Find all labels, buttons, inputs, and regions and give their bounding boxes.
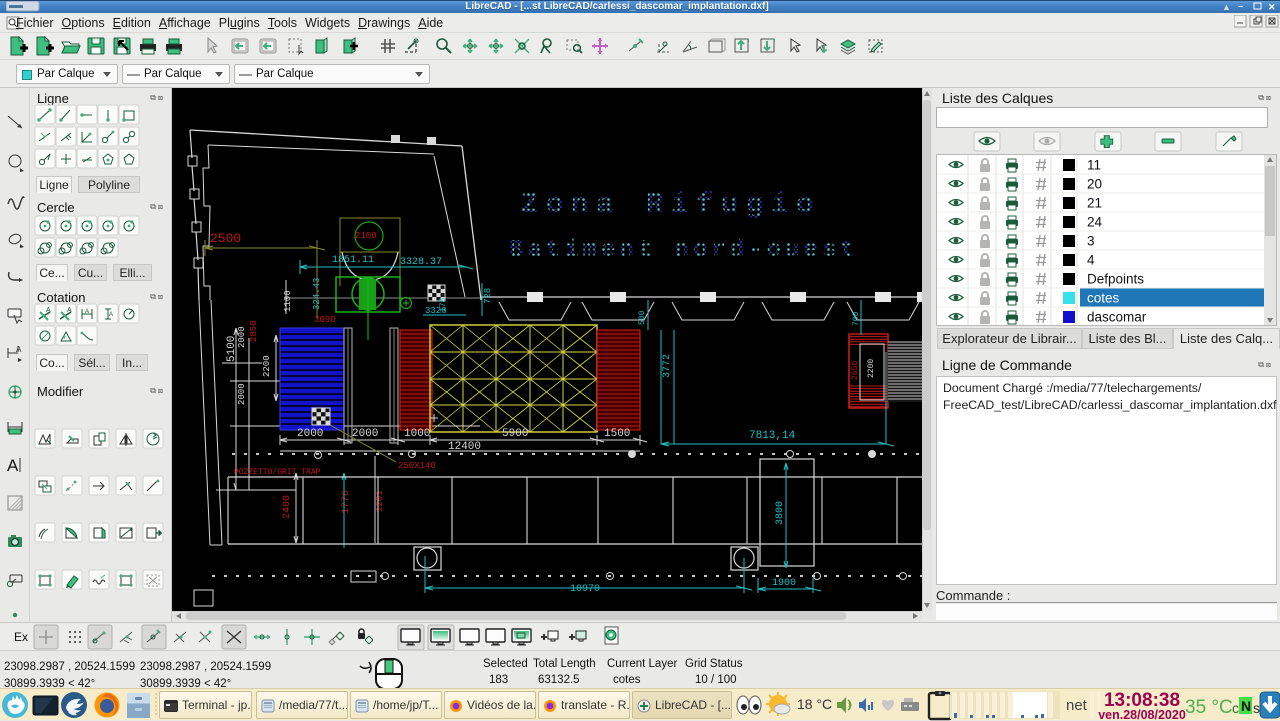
svg-text:1900: 1900 <box>772 578 796 589</box>
svg-text:1000: 1000 <box>404 428 430 440</box>
svg-text:2000: 2000 <box>297 428 323 440</box>
svg-text:178: 178 <box>439 297 448 312</box>
svg-text:7813,14: 7813,14 <box>749 430 796 442</box>
svg-text:net: net <box>1066 697 1088 714</box>
svg-text:2650: 2650 <box>851 361 860 380</box>
svg-text:c: c <box>1232 700 1239 716</box>
svg-text:A: A <box>67 307 72 314</box>
svg-text:2200: 2200 <box>867 359 876 378</box>
svg-text:N: N <box>1241 698 1251 714</box>
svg-text:Ex: Ex <box>14 630 28 644</box>
svg-text:3: 3 <box>1087 234 1095 249</box>
svg-text:A: A <box>109 312 113 318</box>
svg-text:1201: 1201 <box>375 490 385 512</box>
svg-text:24: 24 <box>1087 215 1103 230</box>
svg-text:2100: 2100 <box>355 231 377 241</box>
svg-text:12400: 12400 <box>448 441 481 453</box>
svg-text:▲: ▲ <box>1222 2 1231 12</box>
svg-text:Defpoints: Defpoints <box>1087 272 1144 287</box>
svg-text:11: 11 <box>1087 158 1101 173</box>
svg-text:700: 700 <box>852 311 861 326</box>
svg-text:Zona Rifugio: Zona Rifugio <box>521 188 821 221</box>
svg-text:POZZETTO/GRIT TRAP: POZZETTO/GRIT TRAP <box>234 468 321 477</box>
svg-text:3328.37: 3328.37 <box>400 257 442 268</box>
svg-text:A: A <box>46 307 51 314</box>
svg-text:2000: 2000 <box>352 428 378 440</box>
svg-text:3090: 3090 <box>314 315 336 325</box>
svg-text:2400: 2400 <box>282 495 293 519</box>
svg-text:2000: 2000 <box>237 326 247 348</box>
svg-text:250X140: 250X140 <box>398 461 436 471</box>
svg-text:35 °C: 35 °C <box>1185 697 1233 718</box>
svg-text:A: A <box>7 456 19 475</box>
svg-text:21: 21 <box>1087 196 1102 211</box>
svg-text:1776: 1776 <box>341 490 352 514</box>
svg-text:500: 500 <box>638 310 647 325</box>
svg-text:2200: 2200 <box>262 355 272 377</box>
svg-text:✕: ✕ <box>1268 2 1276 12</box>
svg-text:cotes: cotes <box>1087 291 1120 306</box>
svg-text:18 °C: 18 °C <box>797 696 832 712</box>
svg-text:Batiment nord-ouest: Batiment nord-ouest <box>509 237 859 264</box>
svg-text:20: 20 <box>1087 177 1102 192</box>
svg-text:1100: 1100 <box>283 290 293 312</box>
svg-text:2500: 2500 <box>210 231 241 246</box>
svg-text:4: 4 <box>1087 253 1095 268</box>
svg-text:A: A <box>85 309 89 315</box>
svg-text:2000: 2000 <box>237 383 247 405</box>
svg-text:ven.28/08/2020: ven.28/08/2020 <box>1098 708 1186 721</box>
svg-text:324.43: 324.43 <box>312 278 322 310</box>
svg-text:1851.11: 1851.11 <box>332 255 374 266</box>
svg-text:3772: 3772 <box>662 354 673 378</box>
svg-text:s: s <box>1253 700 1260 716</box>
svg-text:2858: 2858 <box>249 320 259 342</box>
svg-text:728: 728 <box>483 288 493 304</box>
svg-text:A: A <box>16 345 22 354</box>
svg-text:dascomar: dascomar <box>1087 310 1147 325</box>
svg-text:1500: 1500 <box>604 428 630 440</box>
svg-text:10970: 10970 <box>570 584 600 595</box>
svg-text:–: – <box>1238 1 1243 11</box>
svg-text:3800: 3800 <box>775 501 786 525</box>
svg-text:5900: 5900 <box>502 428 528 440</box>
